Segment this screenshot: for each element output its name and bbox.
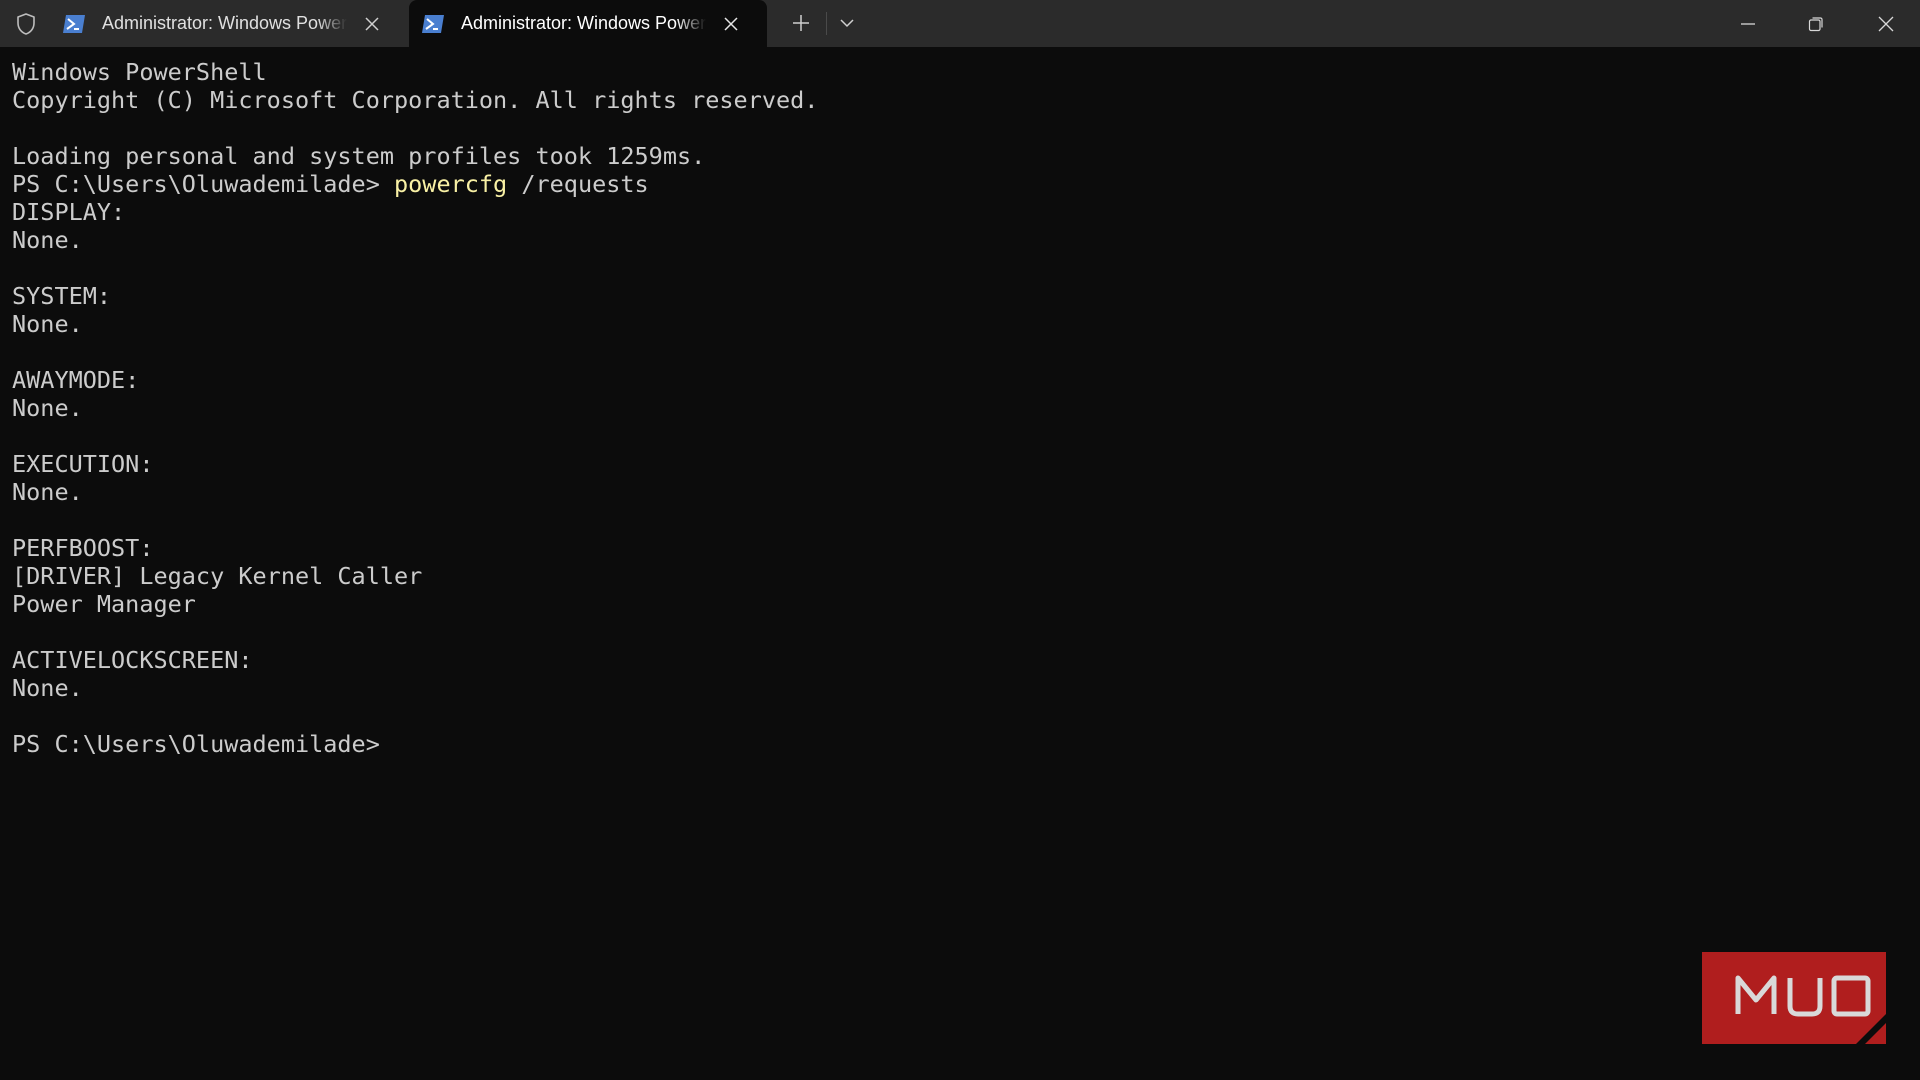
section-value: None. bbox=[12, 394, 83, 422]
tab-powershell-1[interactable]: Administrator: Windows PowerShell bbox=[50, 0, 406, 47]
section-heading: ACTIVELOCKSCREEN: bbox=[12, 646, 253, 674]
section-heading: PERFBOOST: bbox=[12, 534, 154, 562]
final-prompt: PS C:\Users\Oluwademilade> bbox=[12, 730, 380, 758]
tab-powershell-2[interactable]: Administrator: Windows PowerShell bbox=[409, 0, 767, 47]
title-bar: Administrator: Windows PowerShell Admini… bbox=[0, 0, 1920, 47]
section-value: Power Manager bbox=[12, 590, 196, 618]
command-line: PS C:\Users\Oluwademilade> powercfg /req… bbox=[12, 170, 1920, 198]
section-heading: AWAYMODE: bbox=[12, 366, 140, 394]
section-value: None. bbox=[12, 478, 83, 506]
minimize-button[interactable] bbox=[1714, 0, 1782, 47]
command-name: powercfg bbox=[394, 170, 508, 198]
section-heading: EXECUTION: bbox=[12, 450, 154, 478]
close-tab-icon[interactable] bbox=[716, 9, 746, 39]
plus-icon bbox=[793, 15, 809, 31]
section-value: [DRIVER] Legacy Kernel Caller bbox=[12, 562, 423, 590]
admin-shield-icon bbox=[12, 10, 40, 38]
section-value: None. bbox=[12, 310, 83, 338]
powershell-icon bbox=[63, 14, 85, 33]
terminal-output[interactable]: Windows PowerShell Copyright (C) Microso… bbox=[12, 58, 1920, 1080]
tab-title: Administrator: Windows PowerShell bbox=[461, 13, 706, 33]
tab-separator bbox=[826, 12, 827, 35]
close-window-button[interactable] bbox=[1852, 0, 1920, 47]
close-tab-icon[interactable] bbox=[357, 9, 387, 39]
powershell-icon bbox=[422, 14, 444, 33]
restore-icon bbox=[1808, 16, 1823, 31]
muo-logo bbox=[1702, 952, 1886, 1044]
terminal-line: Copyright (C) Microsoft Corporation. All… bbox=[12, 86, 819, 114]
restore-button[interactable] bbox=[1782, 0, 1850, 47]
section-value: None. bbox=[12, 226, 83, 254]
minimize-icon bbox=[1741, 22, 1755, 25]
command-args: /requests bbox=[521, 170, 649, 198]
terminal-line: Loading personal and system profiles too… bbox=[12, 142, 706, 170]
chevron-down-icon bbox=[840, 19, 854, 28]
tab-title: Administrator: Windows PowerShell bbox=[102, 13, 347, 33]
prompt: PS C:\Users\Oluwademilade> bbox=[12, 170, 380, 198]
tab-dropdown-button[interactable] bbox=[829, 8, 865, 38]
section-heading: DISPLAY: bbox=[12, 198, 126, 226]
section-value: None. bbox=[12, 674, 83, 702]
new-tab-button[interactable] bbox=[783, 8, 819, 38]
close-icon bbox=[1878, 16, 1894, 31]
terminal-line: Windows PowerShell bbox=[12, 58, 267, 86]
section-heading: SYSTEM: bbox=[12, 282, 112, 310]
